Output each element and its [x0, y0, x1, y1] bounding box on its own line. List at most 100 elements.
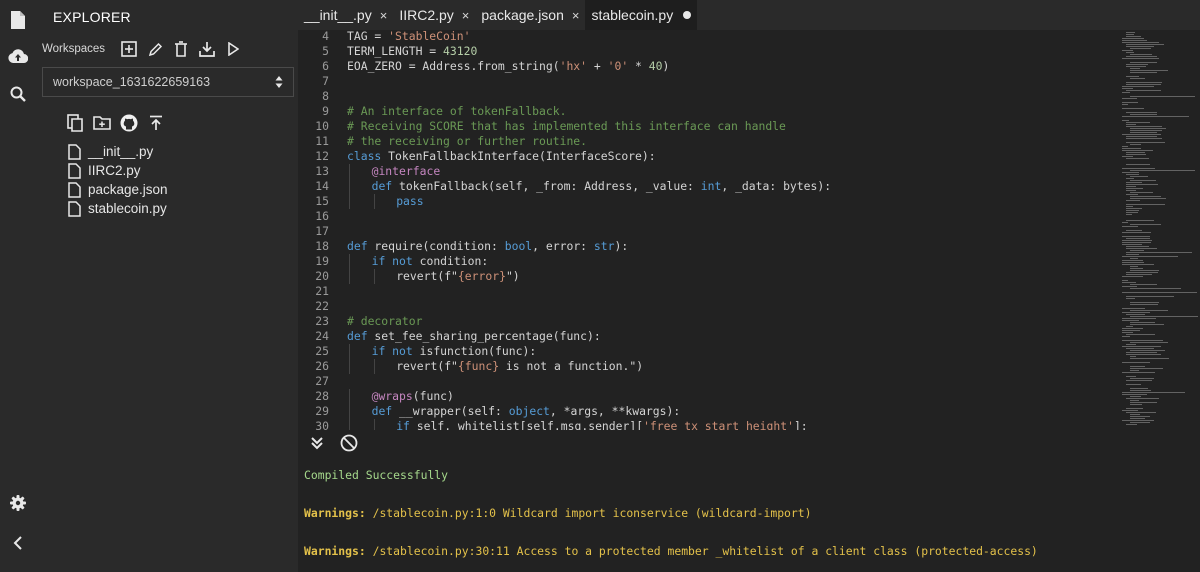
file-item-iirc2[interactable]: IIRC2.py — [68, 161, 168, 180]
code-token: (func) — [412, 389, 454, 403]
code-line[interactable]: 5 TERM_LENGTH = 43120 — [298, 44, 1118, 59]
code-line[interactable]: 15 pass — [298, 194, 1118, 209]
code-line[interactable]: 9 # An interface of tokenFallback. — [298, 104, 1118, 119]
file-icon[interactable] — [8, 10, 28, 30]
indent-guide — [349, 359, 350, 374]
minimap-line — [1122, 340, 1163, 341]
code-line[interactable]: 10 # Receiving SCORE that has implemented… — [298, 119, 1118, 134]
minimap[interactable] — [1118, 30, 1200, 430]
compile-success-message: Compiled Successfully — [304, 468, 449, 482]
code-line[interactable]: 27 — [298, 374, 1118, 389]
code-token: isfunction(func): — [412, 344, 537, 358]
code-line[interactable]: 6 EOA_ZERO = Address.from_string('hx' + '… — [298, 59, 1118, 74]
code-token: not — [392, 344, 413, 358]
tab-package-json[interactable]: package.json × — [475, 0, 585, 30]
minimap-line — [1130, 396, 1141, 397]
code-line[interactable]: 23 # decorator — [298, 314, 1118, 329]
line-number: 22 — [315, 299, 329, 313]
code-line[interactable]: 29 def __wrapper(self: object, *args, **k… — [298, 404, 1118, 419]
indent-guide — [349, 194, 350, 209]
minimap-line — [1126, 206, 1133, 207]
code-line[interactable]: 20 revert(f"{error}") — [298, 269, 1118, 284]
minimap-line — [1122, 330, 1140, 331]
minimap-line — [1126, 230, 1142, 231]
activity-bar — [0, 0, 36, 572]
minimap-line — [1126, 424, 1137, 425]
tab-close-icon[interactable]: × — [380, 8, 388, 23]
code-line[interactable]: 12 class TokenFallbackInterface(Interface… — [298, 149, 1118, 164]
code-line[interactable]: 24 def set_fee_sharing_percentage(func): — [298, 329, 1118, 344]
minimap-line — [1126, 354, 1161, 355]
unsaved-dot-icon[interactable] — [683, 11, 692, 19]
new-file-icon[interactable] — [66, 114, 84, 132]
download-workspace-icon[interactable] — [199, 41, 215, 57]
code-line[interactable]: 26 revert(f"{func} is not a function.") — [298, 359, 1118, 374]
file-item-init[interactable]: __init__.py — [68, 142, 168, 161]
code-token: if — [371, 254, 386, 268]
minimap-line — [1130, 96, 1195, 97]
code-token: if — [396, 419, 410, 430]
github-icon[interactable] — [120, 114, 138, 132]
minimap-line — [1122, 146, 1128, 147]
file-doc-icon — [68, 200, 81, 217]
code-line[interactable]: 14 def tokenFallback(self, _from: Address… — [298, 179, 1118, 194]
settings-gear-icon[interactable] — [8, 493, 28, 513]
tab-stablecoin-py[interactable]: stablecoin.py — [585, 0, 698, 30]
code-line[interactable]: 11 # the receiving or further routine. — [298, 134, 1118, 149]
code-line[interactable]: 8 — [298, 89, 1118, 104]
file-name: __init__.py — [88, 144, 154, 159]
code-token: def — [371, 179, 393, 193]
minimap-line — [1130, 72, 1157, 73]
deploy-cloud-icon[interactable] — [8, 46, 28, 66]
search-icon[interactable] — [8, 84, 28, 104]
tab-close-icon[interactable]: × — [572, 8, 580, 23]
code-line[interactable]: 4 TAG = 'StableCoin' — [298, 30, 1118, 44]
file-item-stablecoin[interactable]: stablecoin.py — [68, 199, 168, 218]
workspace-select[interactable]: workspace_1631622659163 — [42, 67, 294, 97]
delete-workspace-trash-icon[interactable] — [173, 41, 189, 57]
code-line[interactable]: 30 if self._whitelist[self.msg.sender]['f… — [298, 419, 1118, 430]
collapse-terminal-chevrons-icon[interactable] — [306, 432, 328, 454]
code-line[interactable]: 19 if not condition: — [298, 254, 1118, 269]
tab-label: stablecoin.py — [591, 7, 674, 23]
minimap-line — [1126, 314, 1145, 315]
add-workspace-icon[interactable] — [121, 41, 137, 57]
tab-close-icon[interactable]: × — [462, 8, 470, 23]
minimap-line — [1126, 252, 1192, 253]
code-token: condition: — [412, 254, 489, 268]
code-editor[interactable]: 4 TAG = 'StableCoin' 5 TERM_LENGTH = 43120 6… — [298, 30, 1118, 430]
file-item-package-json[interactable]: package.json — [68, 180, 168, 199]
code-line[interactable]: 7 — [298, 74, 1118, 89]
minimap-line — [1126, 182, 1142, 183]
minimap-line — [1122, 362, 1150, 363]
rename-workspace-pencil-icon[interactable] — [147, 41, 163, 57]
minimap-line — [1130, 370, 1139, 371]
line-number: 26 — [315, 359, 329, 373]
tab-iirc2-py[interactable]: IIRC2.py × — [393, 0, 475, 30]
code-line[interactable]: 17 — [298, 224, 1118, 239]
minimap-line — [1130, 390, 1151, 391]
code-line[interactable]: 25 if not isfunction(func): — [298, 344, 1118, 359]
indent-guide — [373, 419, 375, 430]
run-play-icon[interactable] — [225, 41, 241, 57]
warning-line: Warnings: /stablecoin.py:30:11 Access to… — [304, 544, 1038, 558]
code-line[interactable]: 21 — [298, 284, 1118, 299]
code-line[interactable]: 28 @wraps(func) — [298, 389, 1118, 404]
line-number: 20 — [315, 269, 329, 283]
minimap-line — [1122, 42, 1159, 43]
code-line[interactable]: 16 — [298, 209, 1118, 224]
upload-icon[interactable] — [147, 114, 165, 132]
line-number: 14 — [315, 179, 329, 193]
clear-terminal-ban-icon[interactable] — [338, 432, 360, 454]
code-line[interactable]: 22 — [298, 299, 1118, 314]
new-folder-icon[interactable] — [93, 114, 111, 132]
code-line[interactable]: 13 @interface — [298, 164, 1118, 179]
warning-label: Warnings: — [304, 544, 366, 558]
collapse-chevron-icon[interactable] — [8, 533, 28, 553]
code-text: @interface — [372, 164, 441, 179]
tab-label: IIRC2.py — [399, 7, 454, 23]
minimap-line — [1126, 208, 1142, 209]
code-line[interactable]: 18 def require(condition: bool, error: st… — [298, 239, 1118, 254]
tab-init-py[interactable]: __init__.py × — [298, 0, 393, 30]
minimap-line — [1122, 134, 1161, 135]
